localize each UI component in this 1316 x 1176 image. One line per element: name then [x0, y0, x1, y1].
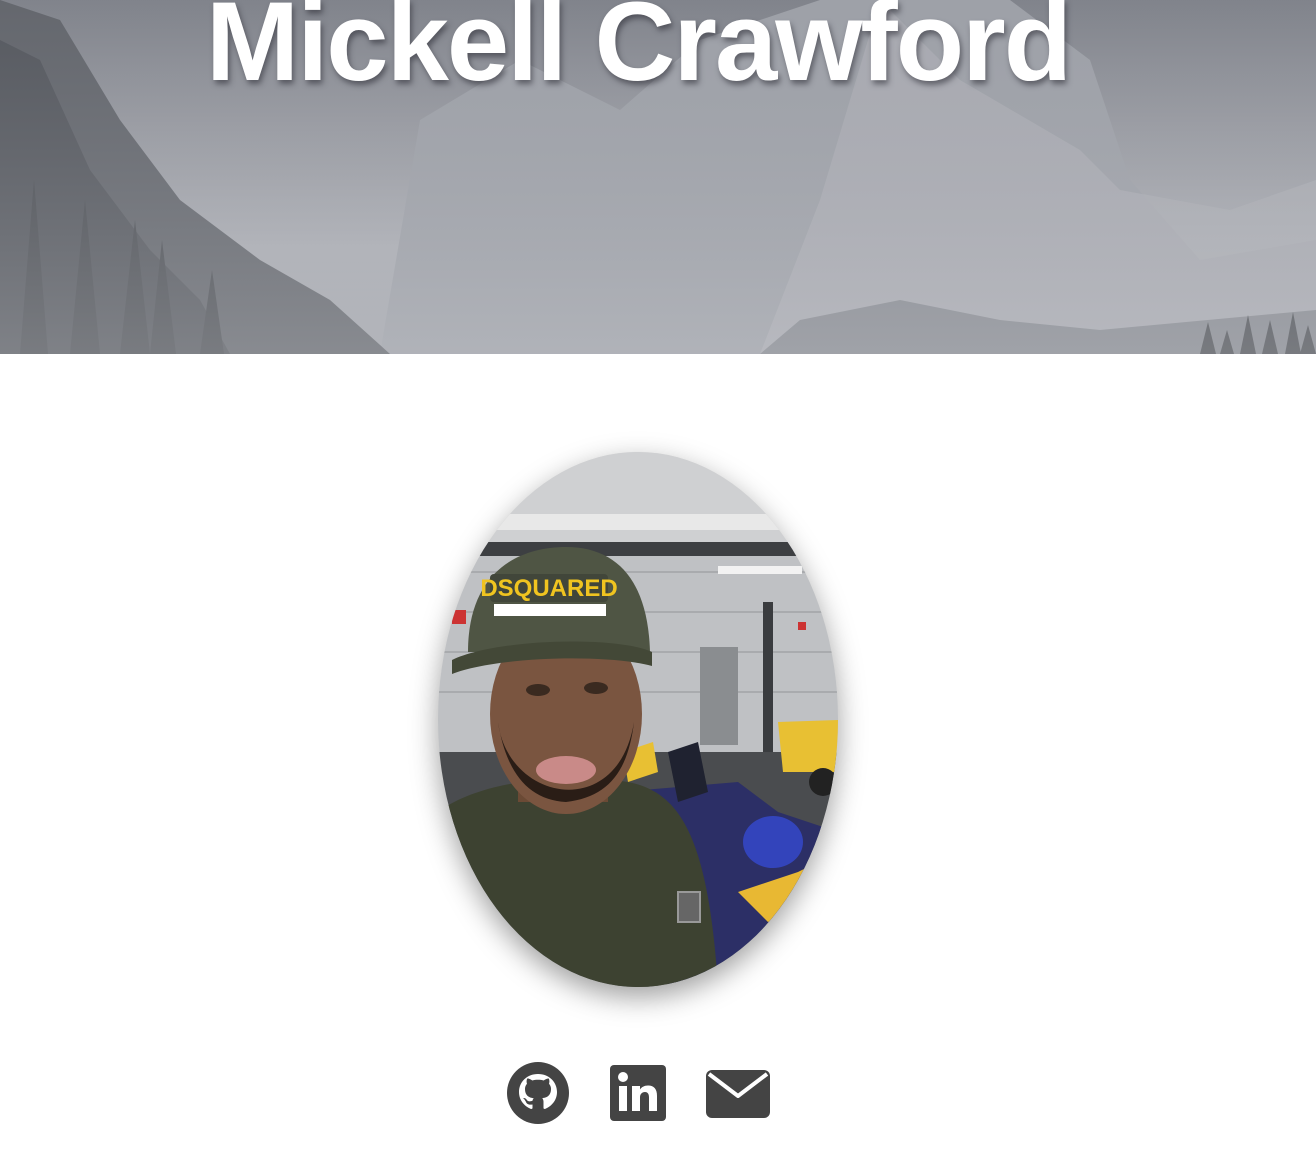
- envelope-icon: [706, 1070, 770, 1118]
- email-link[interactable]: [705, 1060, 771, 1126]
- page-title: Mickell Crawford: [205, 0, 1072, 104]
- profile-avatar: DSQUARED: [438, 452, 838, 987]
- profile-photo: DSQUARED: [438, 452, 838, 987]
- hero-banner: Mickell Crawford: [0, 0, 1316, 354]
- svg-text:DSQUARED: DSQUARED: [480, 575, 617, 602]
- social-links: [0, 1058, 1276, 1128]
- linkedin-link[interactable]: [605, 1060, 671, 1126]
- linkedin-icon: [610, 1065, 666, 1121]
- github-icon: [507, 1062, 569, 1124]
- github-link[interactable]: [505, 1060, 571, 1126]
